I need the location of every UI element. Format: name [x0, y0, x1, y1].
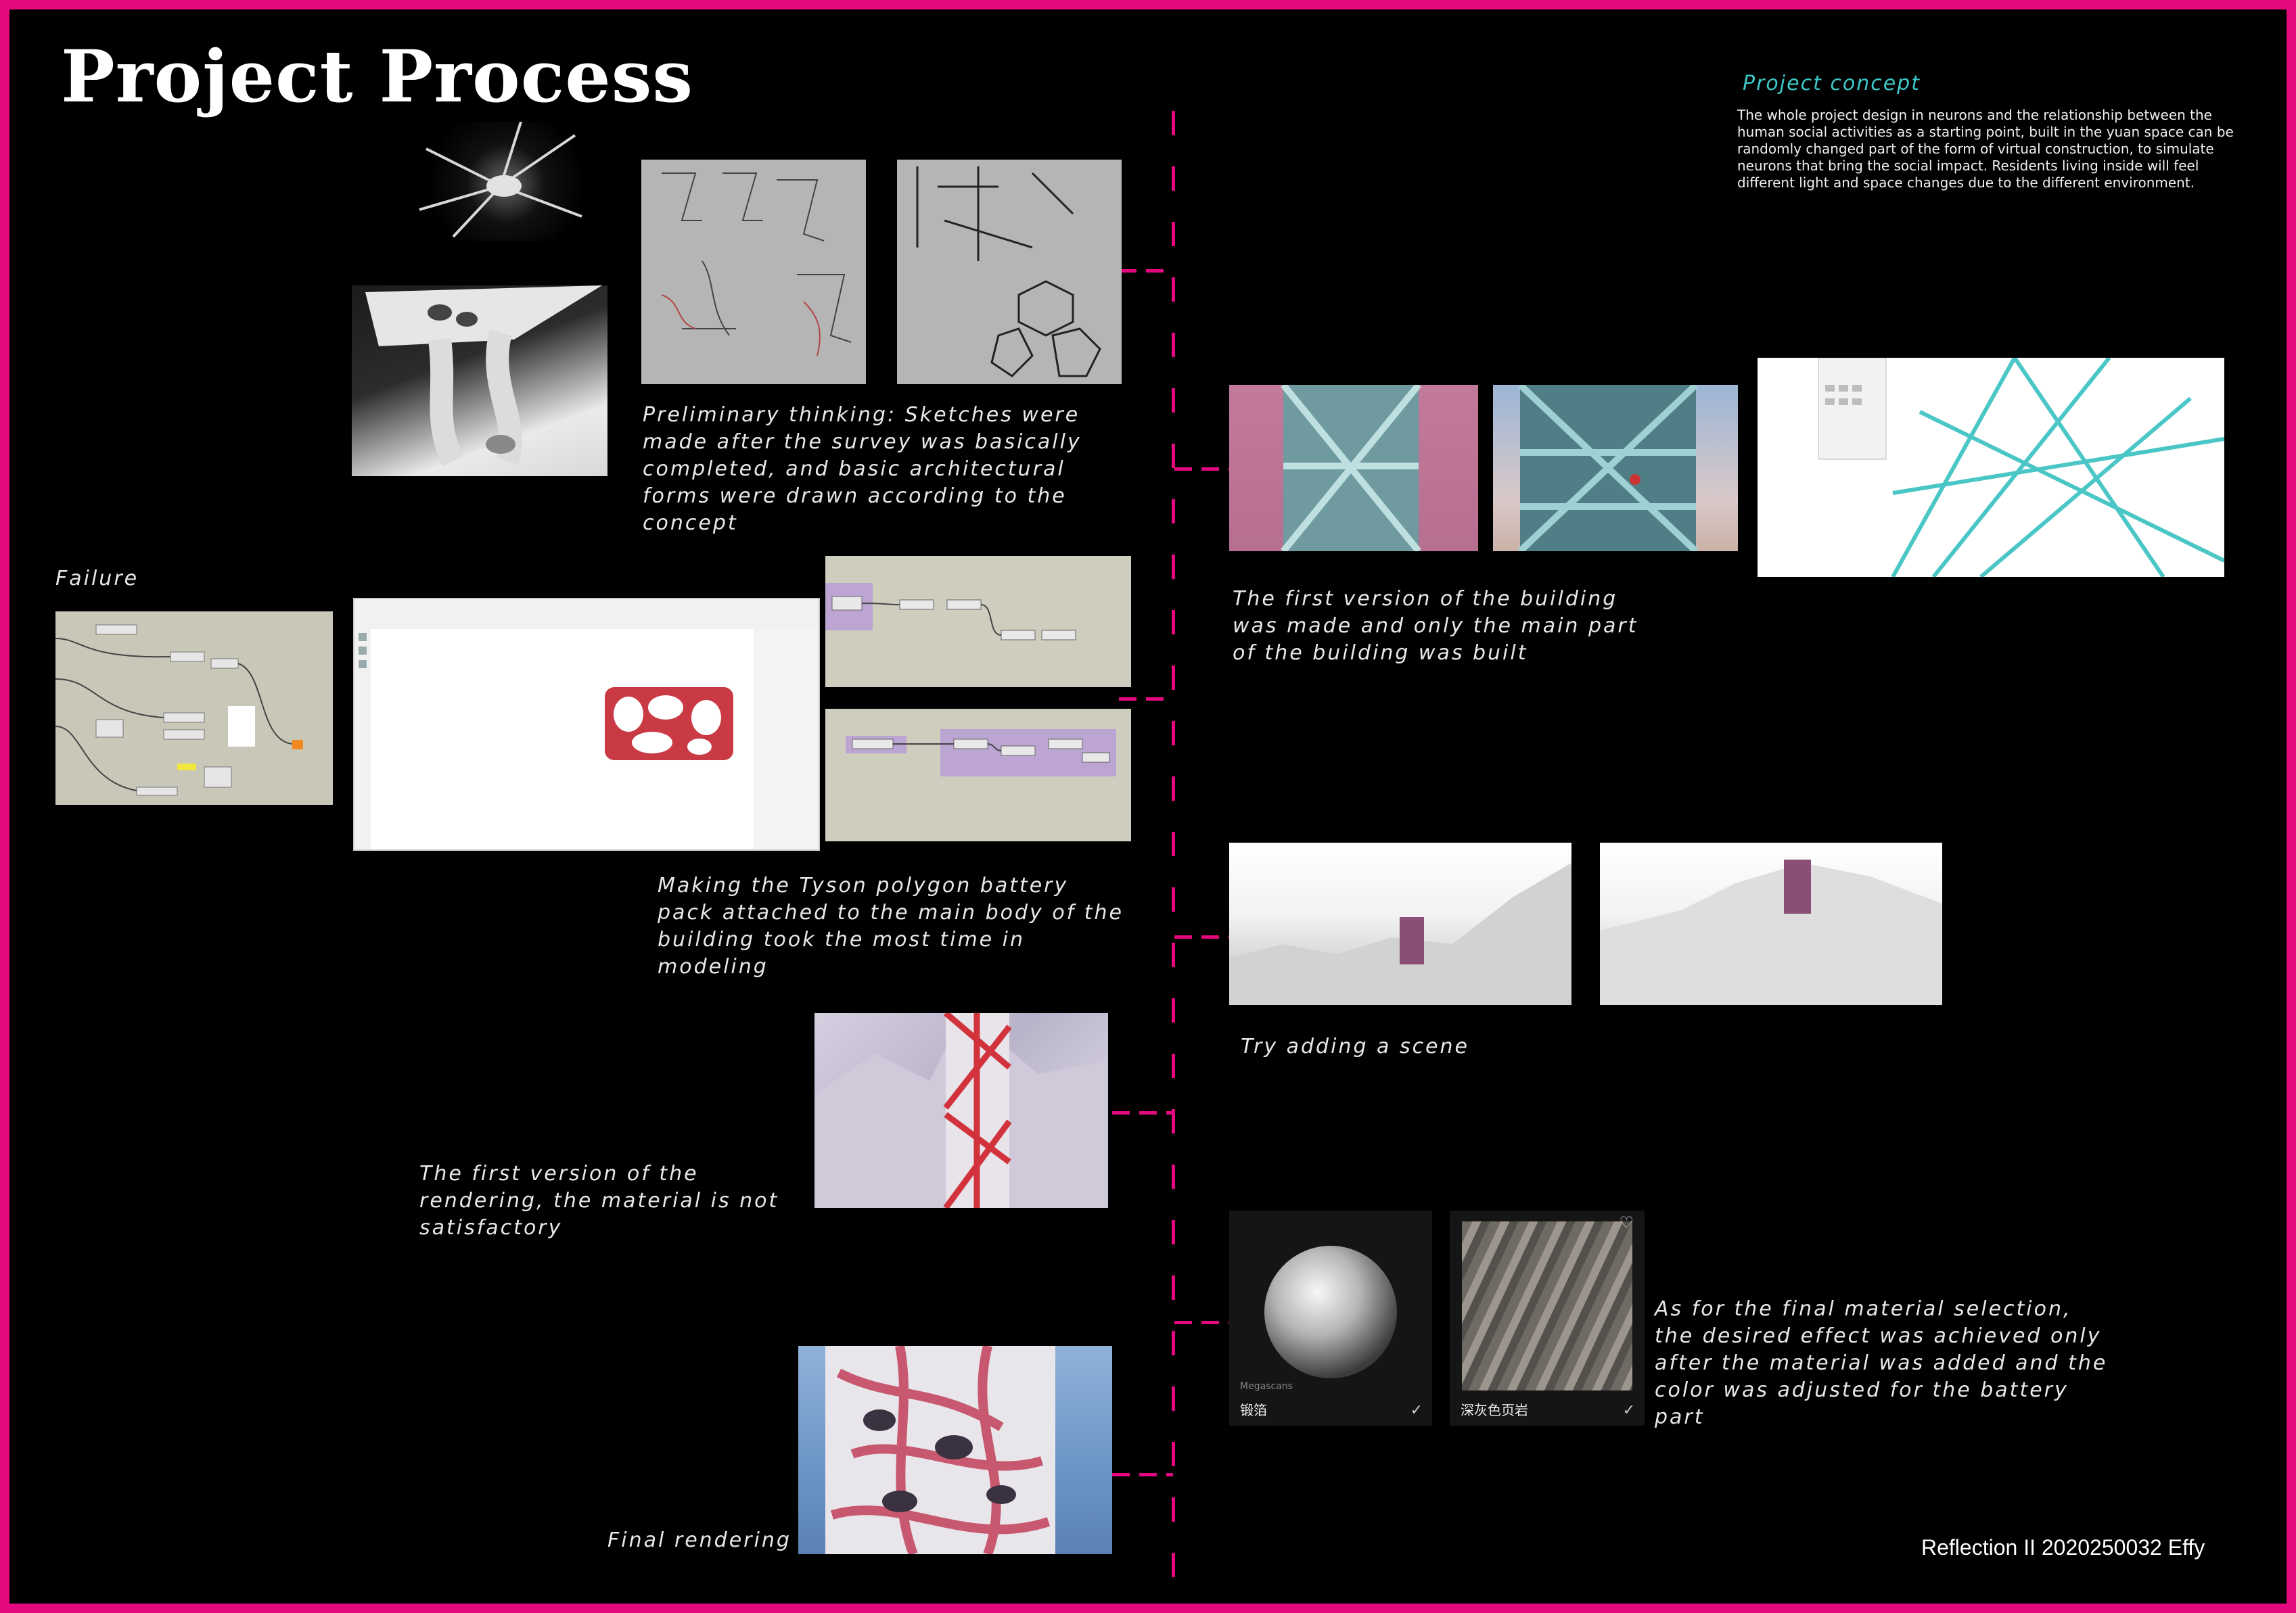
caption-material: As for the final material selection, the…: [1655, 1297, 2108, 1429]
rhino-viewport: [353, 598, 820, 851]
sketch-1: [641, 160, 866, 384]
check-icon[interactable]: ✓: [1410, 1402, 1423, 1419]
caption-final: Final rendering: [607, 1528, 791, 1552]
check-icon[interactable]: ✓: [1623, 1402, 1635, 1419]
timeline-connector: [1112, 1473, 1173, 1476]
caption-preliminary: Preliminary thinking: Sketches were made…: [643, 403, 1082, 535]
page-title: Project Process: [61, 34, 694, 118]
timeline-connector: [1112, 1111, 1173, 1115]
caption-render1: The first version of the rendering, the …: [419, 1162, 779, 1240]
material-silver-card[interactable]: Megascans 锻箔 ✓: [1229, 1211, 1432, 1426]
heart-icon[interactable]: ♡: [1619, 1213, 1634, 1232]
caption-failure: Failure: [55, 567, 139, 590]
rendering-final: [798, 1346, 1112, 1554]
timeline-line: [1172, 111, 1175, 1595]
building-render-2: [1493, 385, 1738, 551]
neuron-photo: [413, 122, 593, 241]
concept-heading: Project concept: [1743, 72, 1921, 95]
material-shale-card[interactable]: ♡ 深灰色页岩 ✓: [1450, 1211, 1645, 1426]
timeline-connector: [1119, 269, 1173, 273]
building-wireframe: [1758, 358, 2224, 577]
caption-first-version: The first version of the building was ma…: [1233, 587, 1638, 665]
presentation-board: Project Process Project concept The whol…: [9, 9, 2287, 1604]
grasshopper-canvas-1: [55, 611, 333, 805]
scene-render-2: [1600, 843, 1942, 1005]
building-render-1: [1229, 385, 1478, 551]
shale-texture: [1462, 1221, 1632, 1390]
grasshopper-canvas-3: [825, 709, 1131, 841]
megascans-watermark: Megascans: [1240, 1381, 1293, 1392]
grasshopper-canvas-2: [825, 556, 1131, 687]
scene-render-1: [1229, 843, 1571, 1005]
neuron-model-render: [352, 285, 607, 476]
concept-body: The whole project design in neurons and …: [1737, 107, 2234, 191]
caption-tyson: Making the Tyson polygon battery pack at…: [658, 874, 1124, 979]
footer-credit: Reflection II 2020250032 Effy: [1921, 1535, 2205, 1560]
timeline-connector: [1119, 697, 1173, 701]
rendering-first-version: [814, 1013, 1108, 1208]
sketch-2: [897, 160, 1122, 384]
material-shale-label: 深灰色页岩: [1461, 1402, 1528, 1418]
caption-scene: Try adding a scene: [1241, 1035, 1469, 1058]
material-silver-label: 锻箔: [1240, 1402, 1267, 1418]
